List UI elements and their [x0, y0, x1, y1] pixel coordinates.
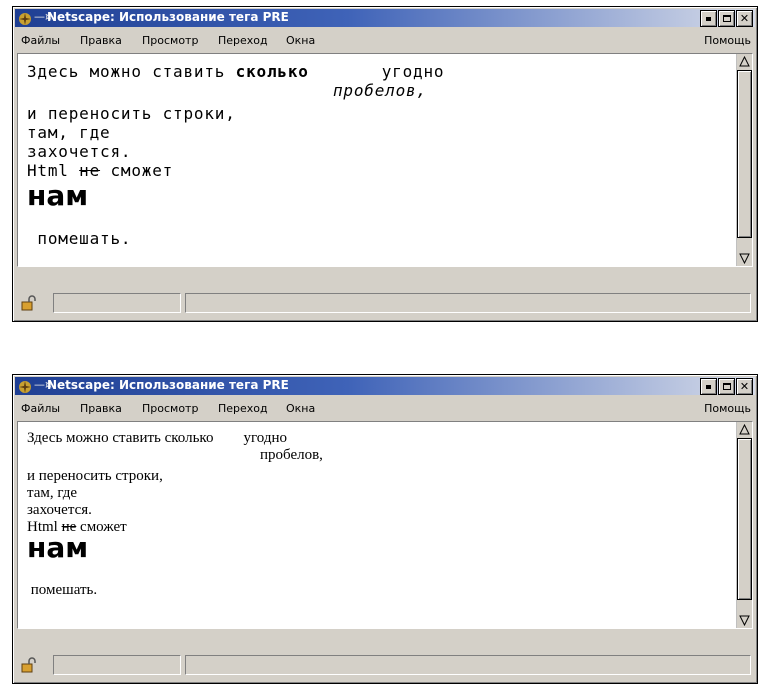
maximize-icon [722, 15, 731, 22]
menu-go[interactable]: Переход [218, 402, 268, 415]
scroll-up-icon [739, 56, 750, 67]
pre-big-text: нам [27, 531, 89, 564]
close-button[interactable]: ✕ [736, 10, 753, 27]
window-title: Netscape: Использование тега PRE [47, 10, 289, 24]
scroll-down-icon [739, 253, 750, 264]
menu-edit[interactable]: Правка [80, 34, 122, 47]
status-progress-pane [53, 655, 181, 675]
pre-text: угодно [308, 62, 445, 81]
maximize-icon [722, 383, 731, 390]
pre-italic-text: пробелов, [333, 81, 427, 100]
close-icon: ✕ [739, 12, 750, 25]
menu-view[interactable]: Просмотр [142, 34, 198, 47]
status-bar [17, 653, 753, 677]
browser-window-1: —¤ Netscape: Использование тега PRE ✕ Фа… [12, 6, 758, 322]
menu-files[interactable]: Файлы [21, 34, 60, 47]
minimize-button[interactable] [700, 10, 717, 27]
title-bar[interactable]: —¤ Netscape: Использование тега PRE ✕ [15, 9, 755, 27]
scroll-thumb[interactable] [737, 70, 752, 238]
pre-bold-text: сколько [164, 430, 214, 446]
scroll-up-button[interactable] [737, 422, 752, 437]
pre-line: Html не сможет [27, 161, 173, 180]
pre-line: там, где [27, 123, 111, 142]
pre-line: захочется. [27, 142, 132, 161]
maximize-button[interactable] [718, 378, 735, 395]
pre-line: и переносить строки, [27, 468, 163, 484]
vertical-scrollbar[interactable] [736, 54, 752, 266]
maximize-button[interactable] [718, 10, 735, 27]
scroll-down-icon [739, 615, 750, 626]
menu-help[interactable]: Помощь [704, 34, 751, 47]
netscape-logo-icon[interactable] [18, 11, 32, 25]
pre-line: Здесь можно ставить сколько угодно [27, 62, 444, 81]
menu-bar: Файлы Правка Просмотр Переход Окна Помощ… [15, 29, 755, 51]
scroll-up-button[interactable] [737, 54, 752, 69]
security-lock-icon[interactable] [19, 656, 37, 674]
scroll-up-icon [739, 424, 750, 435]
close-icon: ✕ [739, 380, 750, 393]
menu-files[interactable]: Файлы [21, 402, 60, 415]
pre-line: помешать. [27, 229, 132, 248]
pre-text: Здесь можно ставить [27, 430, 165, 446]
pre-line: и переносить строки, [27, 104, 236, 123]
title-bar[interactable]: —¤ Netscape: Использование тега PRE ✕ [15, 377, 755, 395]
scroll-down-button[interactable] [737, 251, 752, 266]
netscape-logo-icon[interactable] [18, 379, 32, 393]
pre-text: сможет [100, 161, 174, 180]
menu-view[interactable]: Просмотр [142, 402, 198, 415]
status-bar [17, 291, 753, 315]
security-lock-icon[interactable] [19, 294, 37, 312]
menu-edit[interactable]: Правка [80, 402, 122, 415]
menu-windows[interactable]: Окна [286, 34, 315, 47]
pre-big-text: нам [27, 179, 89, 212]
pre-text: Html [27, 161, 80, 180]
pre-bold-text: сколько [235, 62, 309, 81]
menu-windows[interactable]: Окна [286, 402, 315, 415]
scroll-down-button[interactable] [737, 613, 752, 628]
pre-line: пробелов, [260, 447, 323, 463]
minimize-button[interactable] [700, 378, 717, 395]
pre-strike-text: не [79, 161, 101, 180]
vertical-scrollbar[interactable] [736, 422, 752, 628]
status-message-pane [185, 655, 751, 675]
browser-window-2: —¤ Netscape: Использование тега PRE ✕ Фа… [12, 374, 758, 684]
pre-line: пробелов, [333, 81, 427, 100]
menu-go[interactable]: Переход [218, 34, 268, 47]
pre-text: Здесь можно ставить [27, 62, 236, 81]
preformatted-text: Здесь можно ставить сколько угодно пробе… [27, 430, 732, 628]
pre-line: Здесь можно ставить сколько угодно [27, 430, 287, 446]
status-progress-pane [53, 293, 181, 313]
page-content: Здесь можно ставить сколько угодно пробе… [17, 53, 753, 267]
minimize-icon [706, 16, 711, 21]
pre-line: захочется. [27, 502, 92, 518]
pre-text: угодно [213, 430, 287, 446]
preformatted-text: Здесь можно ставить сколько угодно пробе… [27, 62, 732, 266]
close-button[interactable]: ✕ [736, 378, 753, 395]
scroll-thumb[interactable] [737, 438, 752, 600]
pre-line: помешать. [27, 582, 98, 598]
window-title: Netscape: Использование тега PRE [47, 378, 289, 392]
menu-help[interactable]: Помощь [704, 402, 751, 415]
page-content: Здесь можно ставить сколько угодно пробе… [17, 421, 753, 629]
minimize-icon [706, 384, 711, 389]
pre-line: там, где [27, 485, 78, 501]
menu-bar: Файлы Правка Просмотр Переход Окна Помощ… [15, 397, 755, 419]
status-message-pane [185, 293, 751, 313]
